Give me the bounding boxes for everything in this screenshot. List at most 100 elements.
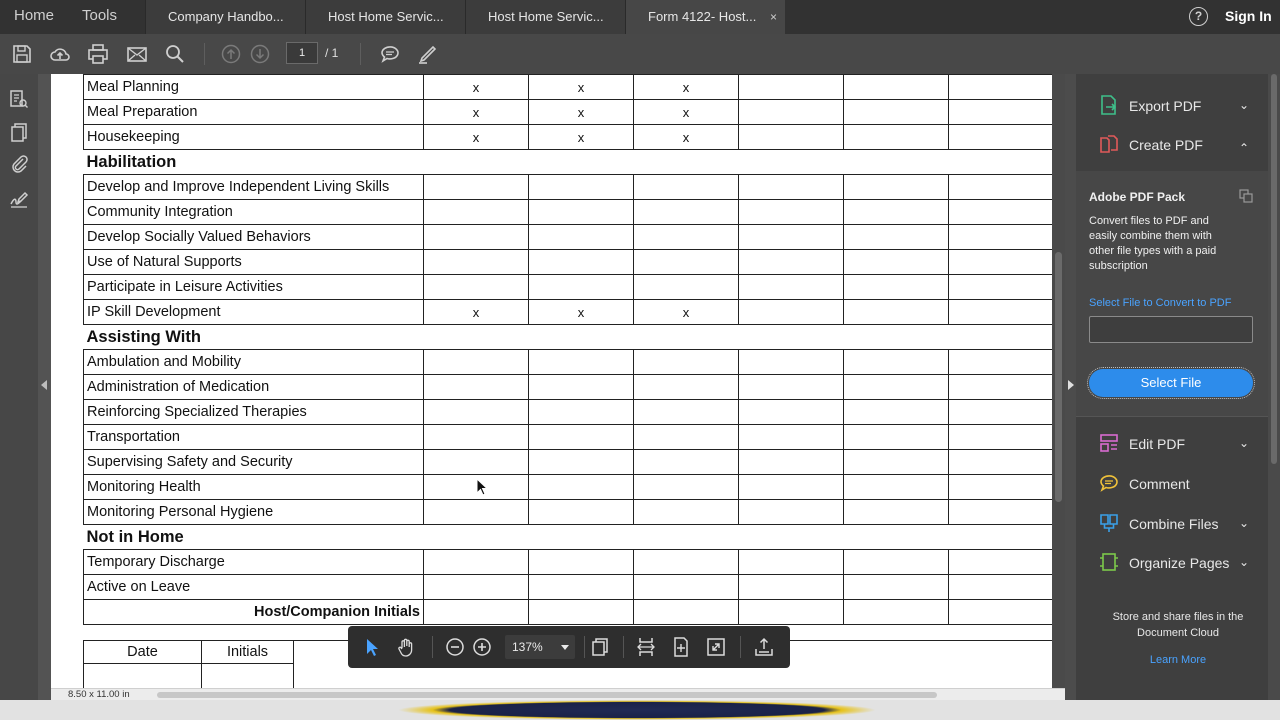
form-cell[interactable]: x [528,99,634,125]
attachment-icon[interactable] [8,153,30,175]
chevron-down-icon[interactable]: ⌄ [1239,98,1249,112]
form-cell[interactable] [738,249,844,275]
form-cell[interactable] [423,549,529,575]
form-cell[interactable] [528,274,634,300]
comment-icon[interactable] [378,42,402,66]
form-cell[interactable] [948,99,1054,125]
form-cell[interactable] [843,574,949,600]
chevron-down-icon[interactable]: ⌄ [1239,516,1249,530]
export-pdf-tool[interactable]: Export PDF ⌄ [1098,94,1258,118]
form-cell[interactable] [843,424,949,450]
form-cell[interactable] [843,249,949,275]
highlight-pen-icon[interactable] [416,42,440,66]
hand-tool-icon[interactable] [395,636,417,658]
form-cell[interactable] [423,424,529,450]
tools-link[interactable]: Tools [82,7,117,24]
form-cell[interactable] [528,499,634,525]
form-cell[interactable] [633,224,739,250]
form-cell[interactable] [528,549,634,575]
form-cell[interactable] [948,424,1054,450]
combine-files-tool[interactable]: Combine Files ⌄ [1098,512,1258,536]
chevron-down-icon[interactable]: ⌄ [1239,436,1249,450]
form-cell[interactable] [738,99,844,125]
form-cell[interactable] [738,374,844,400]
form-cell[interactable]: x [423,74,529,100]
form-cell[interactable] [528,424,634,450]
form-cell[interactable] [528,349,634,375]
page-view-icon[interactable] [589,636,611,658]
scrollbar-thumb[interactable] [157,692,937,698]
form-cell[interactable] [948,374,1054,400]
form-cell[interactable] [633,474,739,500]
form-cell[interactable] [738,349,844,375]
form-cell[interactable]: x [528,124,634,150]
form-cell[interactable] [948,549,1054,575]
form-cell[interactable] [423,399,529,425]
form-cell[interactable] [423,174,529,200]
form-cell[interactable] [948,274,1054,300]
form-cell[interactable]: x [423,124,529,150]
form-cell[interactable] [948,174,1054,200]
mail-icon[interactable] [125,42,149,66]
form-cell[interactable] [948,349,1054,375]
share-upload-icon[interactable] [753,636,775,658]
select-file-button[interactable]: Select File [1087,367,1255,399]
form-cell[interactable] [843,199,949,225]
form-cell[interactable] [843,99,949,125]
form-cell[interactable] [528,474,634,500]
page-down-icon[interactable] [248,42,272,66]
scrollbar-thumb[interactable] [1055,252,1062,502]
form-cell[interactable] [528,574,634,600]
form-cell[interactable] [843,599,949,625]
form-cell[interactable] [633,599,739,625]
form-cell[interactable] [633,449,739,475]
form-cell[interactable] [423,599,529,625]
page-thumbnails-icon[interactable] [8,88,30,110]
form-cell[interactable]: x [423,299,529,325]
form-cell[interactable]: x [633,74,739,100]
collapse-right-panel-icon[interactable] [1068,380,1074,390]
form-cell[interactable] [843,124,949,150]
form-cell[interactable] [948,449,1054,475]
form-cell[interactable] [948,74,1054,100]
print-icon[interactable] [86,42,110,66]
form-cell[interactable] [528,374,634,400]
form-cell[interactable] [738,474,844,500]
page-up-icon[interactable] [219,42,243,66]
form-cell[interactable] [843,349,949,375]
form-cell[interactable] [633,249,739,275]
form-cell[interactable] [948,249,1054,275]
form-cell[interactable] [843,549,949,575]
form-cell[interactable] [738,124,844,150]
form-cell[interactable]: x [423,99,529,125]
form-cell[interactable] [948,474,1054,500]
page-number-input[interactable]: 1 [286,42,318,64]
form-cell[interactable] [528,174,634,200]
form-cell[interactable]: x [633,299,739,325]
edit-pdf-tool[interactable]: Edit PDF ⌄ [1098,432,1258,456]
select-file-link[interactable]: Select File to Convert to PDF [1089,297,1231,309]
form-cell[interactable] [738,224,844,250]
form-cell[interactable] [633,274,739,300]
form-cell[interactable]: x [528,299,634,325]
form-cell[interactable] [528,399,634,425]
form-cell[interactable] [528,199,634,225]
create-pdf-tool[interactable]: Create PDF ⌃ [1098,133,1258,157]
form-cell[interactable] [633,424,739,450]
organize-pages-tool[interactable]: Organize Pages ⌄ [1098,551,1258,575]
scrollbar-thumb[interactable] [1271,74,1277,464]
form-cell[interactable] [633,349,739,375]
form-cell[interactable] [843,374,949,400]
form-cell[interactable] [738,299,844,325]
form-cell[interactable] [948,599,1054,625]
document-horizontal-scrollbar[interactable]: 8.50 x 11.00 in [51,688,1065,700]
sign-icon[interactable] [8,187,30,209]
form-cell[interactable] [528,599,634,625]
form-cell[interactable] [738,399,844,425]
form-cell[interactable] [948,199,1054,225]
form-cell[interactable] [738,424,844,450]
select-arrow-icon[interactable] [361,636,383,658]
form-cell[interactable] [633,549,739,575]
form-cell[interactable] [423,349,529,375]
form-cell[interactable] [948,399,1054,425]
